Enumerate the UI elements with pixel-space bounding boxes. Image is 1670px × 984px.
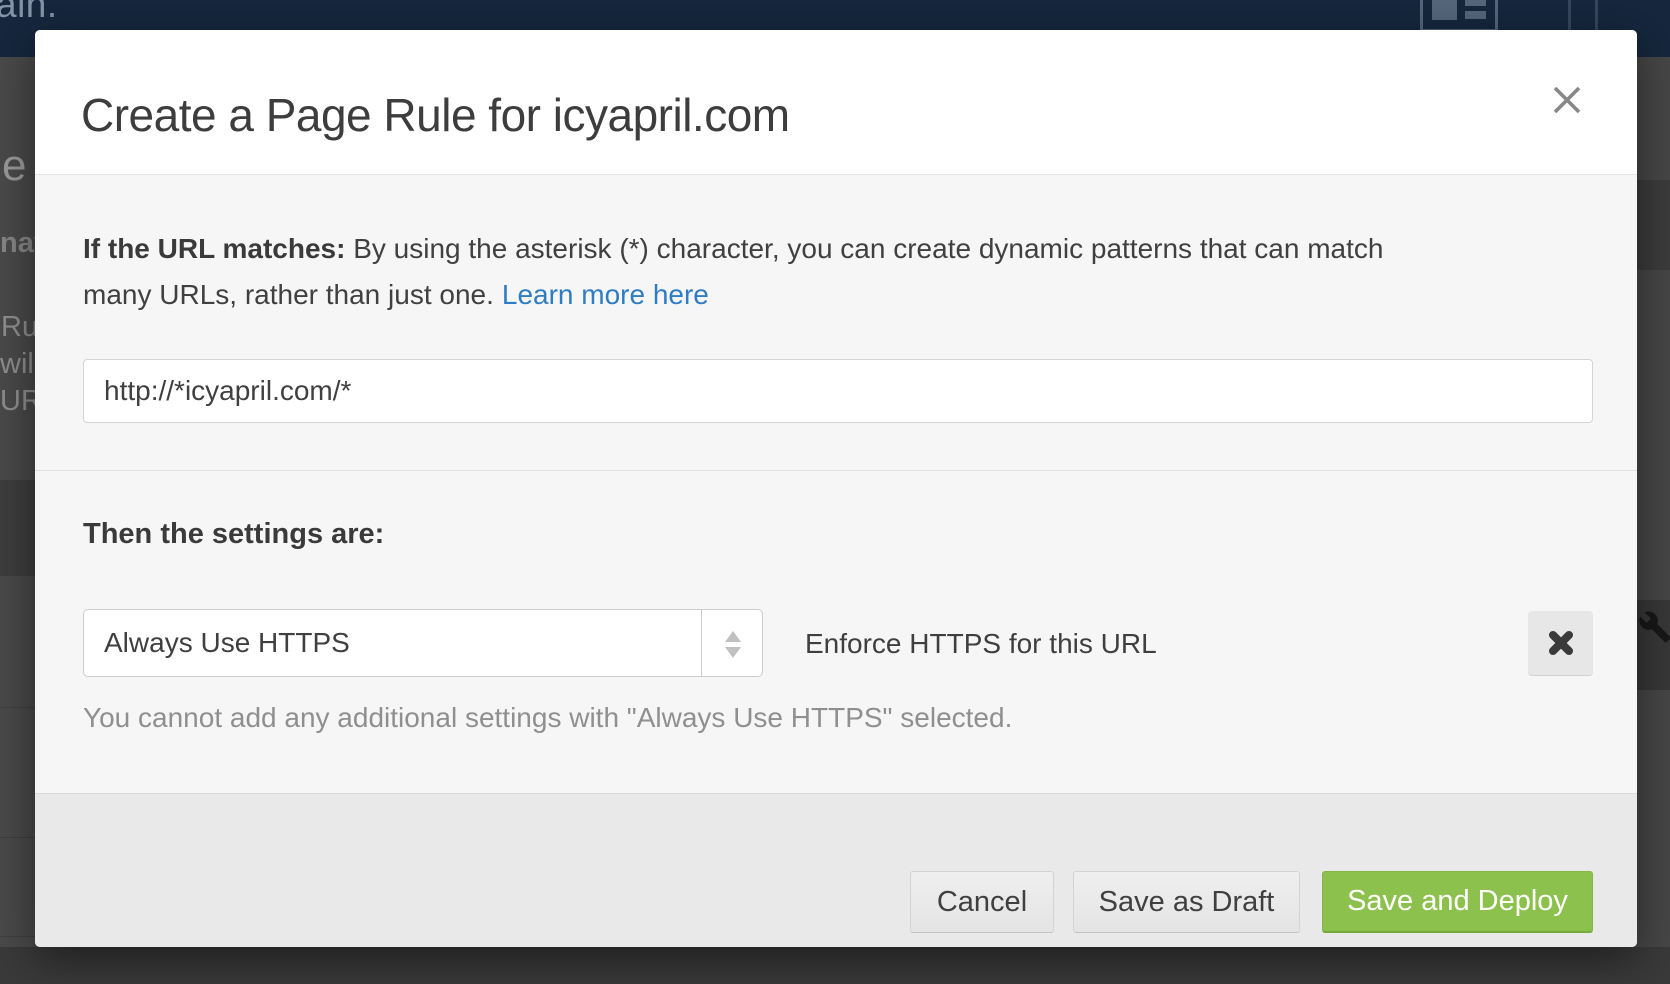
url-match-paragraph: If the URL matches: By using the asteris… <box>83 226 1383 318</box>
chevron-up-icon <box>725 631 741 642</box>
dimmed-page-left-edge: e nav Ru will UR <box>0 57 35 947</box>
close-button[interactable] <box>1544 78 1590 124</box>
url-match-description-line1: By using the asterisk (*) character, you… <box>353 233 1383 264</box>
settings-note: You cannot add any additional settings w… <box>83 702 1012 734</box>
close-icon <box>1550 83 1584 117</box>
remove-setting-button[interactable] <box>1528 611 1593 676</box>
learn-more-link[interactable]: Learn more here <box>502 279 709 310</box>
setting-select-value: Always Use HTTPS <box>104 610 350 676</box>
chevron-down-icon <box>725 647 741 658</box>
partial-text-line: Ru <box>1 311 35 344</box>
partial-heading-text: e <box>2 141 26 191</box>
select-spinner[interactable] <box>701 610 762 676</box>
modal-footer: Cancel Save as Draft Save and Deploy <box>35 793 1637 947</box>
setting-select[interactable]: Always Use HTTPS <box>83 609 763 677</box>
layout-cards-icon <box>1420 0 1498 32</box>
partial-bold-text: nav <box>0 227 35 260</box>
url-match-description-line2: many URLs, rather than just one. <box>83 279 494 310</box>
url-pattern-input[interactable] <box>83 359 1593 423</box>
navbar-partial-text: ain. <box>0 0 58 26</box>
modal-header: Create a Page Rule for icyapril.com <box>35 30 1637 175</box>
partial-text-line: will <box>0 348 35 381</box>
dimmed-page-right-edge <box>1637 57 1670 947</box>
section-divider <box>35 470 1637 471</box>
save-as-draft-button[interactable]: Save as Draft <box>1073 871 1300 933</box>
table-header-fragment <box>0 480 35 575</box>
partial-text-line: UR <box>0 385 35 418</box>
cancel-button[interactable]: Cancel <box>910 871 1054 933</box>
wrench-icon <box>1638 610 1670 644</box>
modal-title: Create a Page Rule for icyapril.com <box>81 88 790 142</box>
setting-description: Enforce HTTPS for this URL <box>805 628 1157 660</box>
create-page-rule-modal: Create a Page Rule for icyapril.com If t… <box>35 30 1637 947</box>
dimmed-page-bottom-edge <box>0 947 1670 984</box>
settings-heading: Then the settings are: <box>83 518 384 551</box>
x-remove-icon <box>1546 628 1576 658</box>
url-match-label: If the URL matches: <box>83 233 345 264</box>
save-and-deploy-button[interactable]: Save and Deploy <box>1322 871 1593 933</box>
